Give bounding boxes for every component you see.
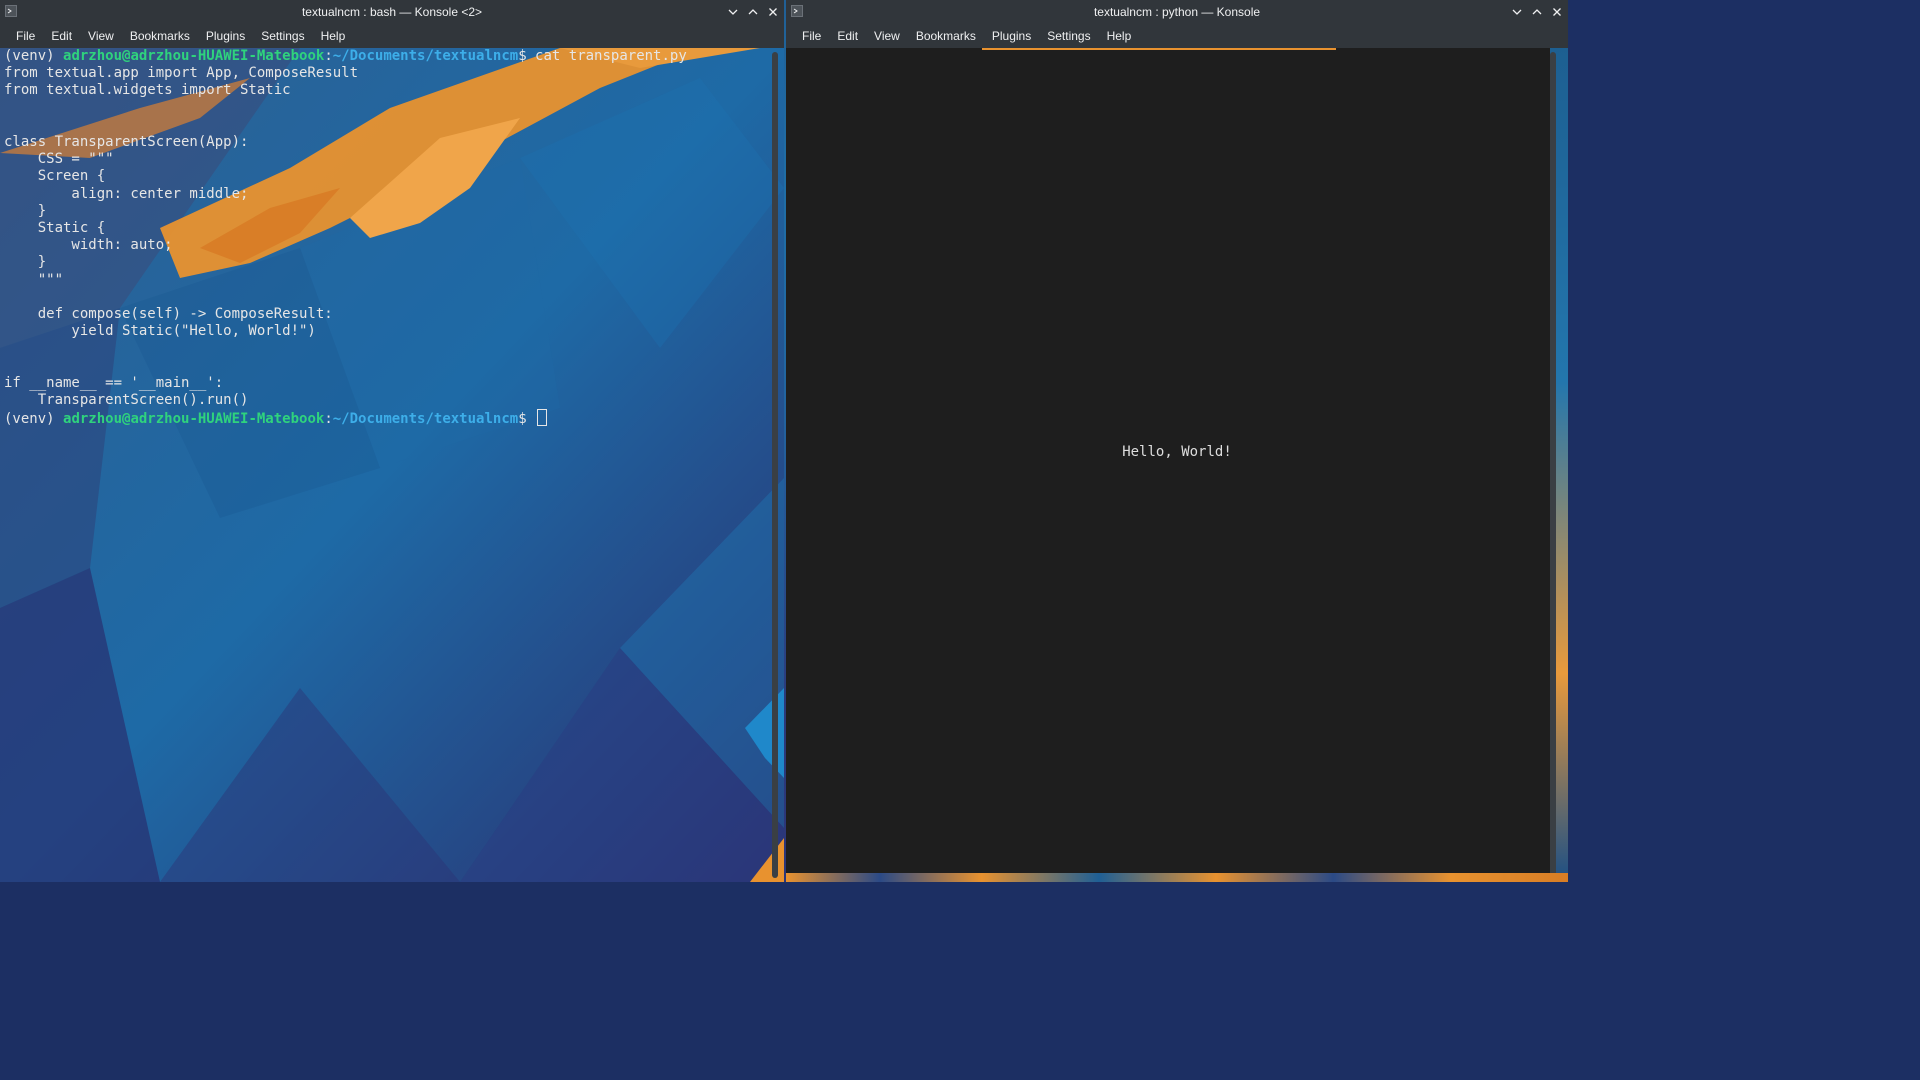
menu-plugins[interactable]: Plugins <box>984 24 1039 48</box>
menubar: File Edit View Bookmarks Plugins Setting… <box>0 24 784 48</box>
code-line: class TransparentScreen(App): <box>4 134 249 151</box>
prompt-dollar: $ <box>518 48 536 64</box>
menu-file[interactable]: File <box>794 24 829 48</box>
minimize-icon[interactable] <box>726 5 740 19</box>
app-output-text: Hello, World! <box>1122 444 1232 460</box>
scrollbar[interactable] <box>1550 52 1556 878</box>
menu-edit[interactable]: Edit <box>43 24 80 48</box>
code-line: CSS = """ <box>4 151 114 168</box>
prompt-dollar: $ <box>518 411 536 428</box>
menu-help[interactable]: Help <box>313 24 354 48</box>
code-line: } <box>4 254 47 271</box>
prompt-venv: (venv) <box>4 48 64 64</box>
scrollbar[interactable] <box>772 52 778 878</box>
titlebar[interactable]: textualncm : python — Konsole <box>786 0 1568 24</box>
code-line: width: auto; <box>4 237 173 254</box>
menu-settings[interactable]: Settings <box>253 24 312 48</box>
code-line: } <box>4 202 47 219</box>
konsole-app-icon[interactable] <box>791 5 803 17</box>
konsole-app-icon[interactable] <box>5 5 17 17</box>
prompt-venv: (venv) <box>4 411 64 428</box>
window-title: textualncm : python — Konsole <box>1093 5 1261 19</box>
menu-bookmarks[interactable]: Bookmarks <box>122 24 198 48</box>
code-line: def compose(self) -> ComposeResult: <box>4 306 333 323</box>
menu-view[interactable]: View <box>866 24 908 48</box>
menubar: File Edit View Bookmarks Plugins Setting… <box>786 24 1568 48</box>
terminal-cursor <box>537 409 548 427</box>
prompt-path: ~/Documents/textualncm <box>332 48 519 64</box>
titlebar[interactable]: textualncm : bash — Konsole <2> <box>0 0 784 24</box>
code-line: Static { <box>4 220 106 237</box>
terminal-output: (venv) adrzhou@adrzhou-HUAWEI-Matebook:~… <box>4 48 770 428</box>
code-line: if __name__ == '__main__': <box>4 374 224 391</box>
prompt-user-host: adrzhou@adrzhou-HUAWEI-Matebook <box>63 411 325 428</box>
prompt-colon: : <box>324 411 333 428</box>
menu-plugins[interactable]: Plugins <box>198 24 253 48</box>
wallpaper-edge <box>786 873 1568 882</box>
menu-settings[interactable]: Settings <box>1039 24 1098 48</box>
prompt-path: ~/Documents/textualncm <box>332 411 519 428</box>
menu-help[interactable]: Help <box>1099 24 1140 48</box>
konsole-window-python[interactable]: textualncm : python — Konsole File Edit … <box>786 0 1568 882</box>
window-title: textualncm : bash — Konsole <2> <box>301 5 483 19</box>
menu-bookmarks[interactable]: Bookmarks <box>908 24 984 48</box>
code-line: from textual.app import App, ComposeResu… <box>4 65 359 82</box>
terminal-area[interactable]: Hello, World! <box>786 48 1568 882</box>
menu-view[interactable]: View <box>80 24 122 48</box>
maximize-icon[interactable] <box>1530 5 1544 19</box>
menu-file[interactable]: File <box>8 24 43 48</box>
code-line: align: center middle; <box>4 185 249 202</box>
close-icon[interactable] <box>1550 5 1564 19</box>
terminal-area[interactable]: (venv) adrzhou@adrzhou-HUAWEI-Matebook:~… <box>0 48 784 882</box>
code-line: from textual.widgets import Static <box>4 82 291 99</box>
code-line: yield Static("Hello, World!") <box>4 323 316 340</box>
code-line: """ <box>4 271 64 288</box>
menu-edit[interactable]: Edit <box>829 24 866 48</box>
code-line: Screen { <box>4 168 106 185</box>
prompt-colon: : <box>324 48 333 64</box>
minimize-icon[interactable] <box>1510 5 1524 19</box>
close-icon[interactable] <box>766 5 780 19</box>
prompt-user-host: adrzhou@adrzhou-HUAWEI-Matebook <box>63 48 325 64</box>
konsole-window-bash[interactable]: textualncm : bash — Konsole <2> File Edi… <box>0 0 784 882</box>
code-line: TransparentScreen().run() <box>4 392 249 409</box>
maximize-icon[interactable] <box>746 5 760 19</box>
command-text: cat transparent.py <box>535 48 687 64</box>
wallpaper-edge <box>982 48 1336 50</box>
